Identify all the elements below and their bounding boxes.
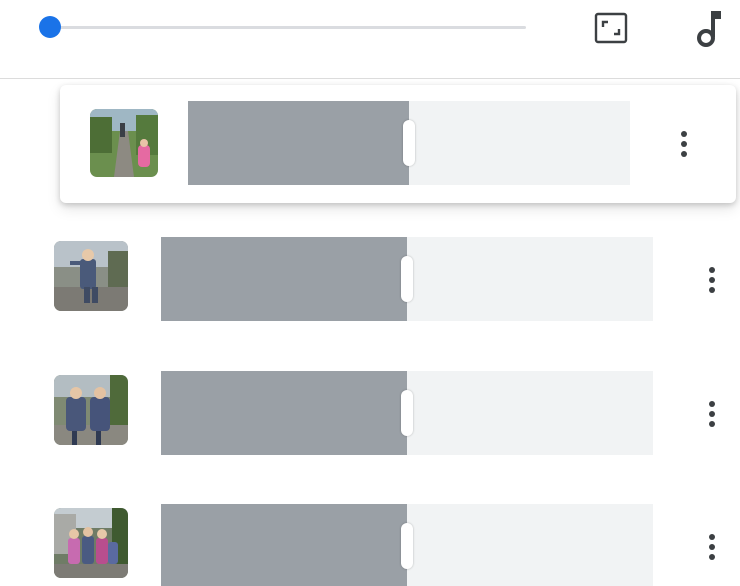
dot (709, 544, 715, 550)
dot (681, 151, 687, 157)
clip-trim-fill (161, 504, 407, 586)
clip-thumbnail-image (90, 109, 158, 177)
dot (709, 534, 715, 540)
playback-slider[interactable] (36, 14, 526, 40)
dot (709, 421, 715, 427)
clip-row[interactable] (0, 237, 740, 333)
dot (709, 411, 715, 417)
more-vert-icon[interactable] (697, 392, 727, 436)
clip-trim-fill (161, 237, 407, 321)
aspect-ratio-button[interactable] (589, 8, 633, 48)
clip-trim-bar[interactable] (161, 237, 653, 321)
clip-trim-bar[interactable] (161, 504, 653, 586)
clip-thumbnail-image (54, 508, 128, 578)
clip-trim-fill (161, 371, 407, 455)
dot (709, 554, 715, 560)
clip-trim-bar[interactable] (161, 371, 653, 455)
clip-trim-handle[interactable] (401, 523, 413, 569)
more-vert-icon[interactable] (697, 258, 727, 302)
dot (709, 277, 715, 283)
clip-thumbnail-image (54, 241, 128, 311)
clip-thumbnail[interactable] (54, 375, 128, 445)
clip-list (0, 79, 740, 586)
clip-row[interactable] (0, 371, 740, 467)
playback-track[interactable] (50, 26, 526, 29)
clip-trim-fill (188, 101, 409, 185)
dot (681, 141, 687, 147)
editor-toolbar (0, 0, 740, 79)
music-note-icon (697, 11, 721, 47)
dot (709, 287, 715, 293)
clip-thumbnail[interactable] (54, 241, 128, 311)
clip-row-selected[interactable] (60, 85, 736, 203)
music-button[interactable] (688, 8, 732, 48)
aspect-ratio-icon (594, 12, 628, 44)
clip-trim-handle[interactable] (401, 256, 413, 302)
clip-thumbnail[interactable] (90, 109, 158, 177)
more-vert-icon[interactable] (697, 525, 727, 569)
clip-trim-handle[interactable] (401, 390, 413, 436)
clip-trim-handle[interactable] (403, 120, 415, 166)
clip-row[interactable] (0, 504, 740, 586)
clip-thumbnail[interactable] (54, 508, 128, 578)
clip-thumbnail-image (54, 375, 128, 445)
playback-thumb[interactable] (39, 16, 61, 38)
video-editor (0, 0, 740, 586)
dot (709, 267, 715, 273)
more-vert-icon[interactable] (669, 122, 699, 166)
dot (709, 401, 715, 407)
clip-trim-bar[interactable] (188, 101, 630, 185)
dot (681, 131, 687, 137)
